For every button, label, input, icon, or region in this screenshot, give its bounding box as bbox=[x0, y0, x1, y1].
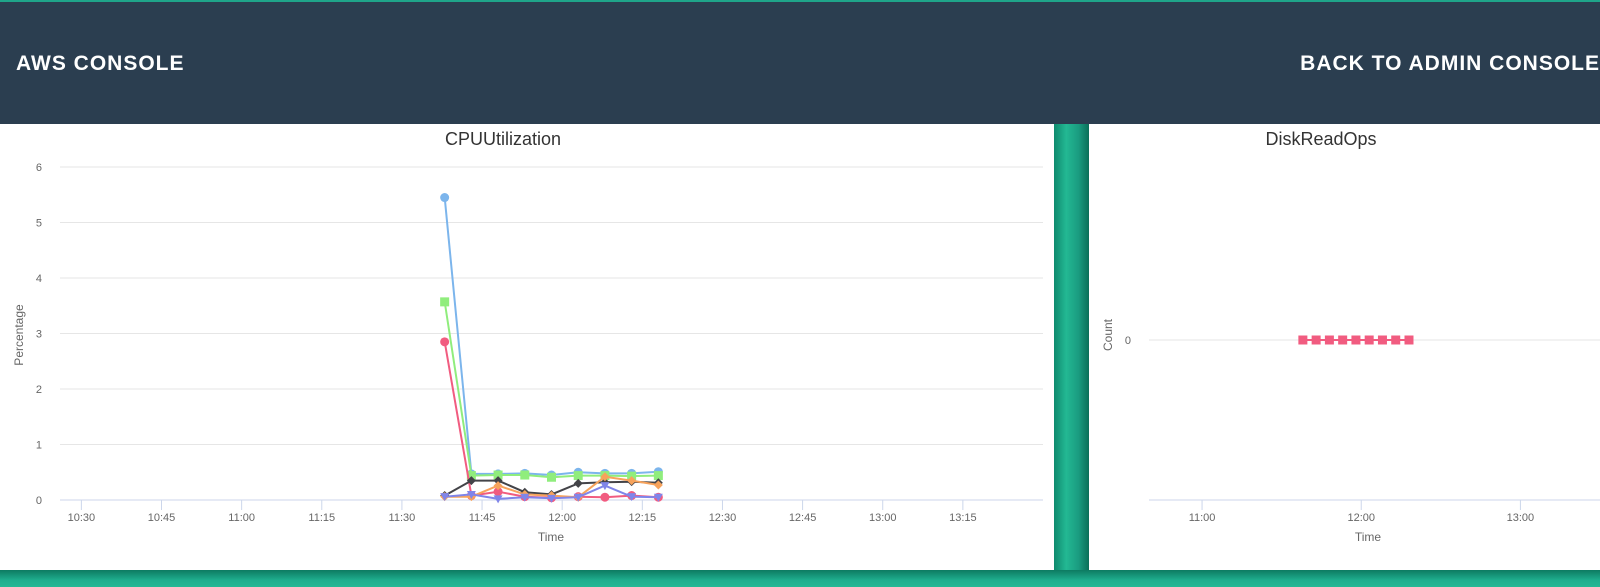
x-tick-label: 13:00 bbox=[869, 512, 897, 524]
y-tick-label: 5 bbox=[36, 218, 42, 230]
x-tick-label: 12:00 bbox=[548, 512, 576, 524]
x-tick-label: 12:45 bbox=[789, 512, 817, 524]
data-point[interactable] bbox=[1404, 335, 1414, 345]
disk-read-ops-panel: DiskReadOps 11:00 12:00 13:00 0 Time Count bbox=[1089, 124, 1600, 570]
x-tick-label: 11:00 bbox=[228, 512, 255, 524]
y-tick-label: 0 bbox=[1125, 335, 1131, 347]
x-tick-label: 12:15 bbox=[629, 512, 657, 524]
data-point[interactable] bbox=[573, 478, 583, 488]
data-point[interactable] bbox=[1391, 335, 1401, 345]
y-tick-label: 6 bbox=[36, 162, 42, 174]
x-axis-label: Time bbox=[538, 530, 565, 544]
y-tick-label: 1 bbox=[36, 440, 42, 452]
y-tick-label: 3 bbox=[36, 329, 42, 341]
data-point[interactable] bbox=[1298, 335, 1308, 345]
data-point[interactable] bbox=[573, 471, 583, 481]
x-tick-label: 12:00 bbox=[1347, 512, 1375, 524]
x-tick-label: 10:45 bbox=[148, 512, 176, 524]
x-tick-label: 11:00 bbox=[1189, 512, 1216, 524]
x-axis-label: Time bbox=[1355, 530, 1382, 544]
data-point[interactable] bbox=[1351, 335, 1361, 345]
y-tick-label: 2 bbox=[36, 384, 42, 396]
y-axis-label: Percentage bbox=[12, 304, 26, 366]
series-line-2[interactable] bbox=[443, 301, 659, 479]
cpu-utilization-chart: CPUUtilization 10:30 10:45 11:00 11:15 11:30… bbox=[12, 129, 1043, 544]
data-point[interactable] bbox=[600, 492, 610, 502]
data-point[interactable] bbox=[440, 193, 450, 203]
data-point[interactable] bbox=[440, 337, 450, 347]
data-point[interactable] bbox=[1338, 335, 1348, 345]
bottom-strip bbox=[0, 570, 1600, 587]
x-tick-label: 11:15 bbox=[308, 512, 335, 524]
x-tick-label: 10:30 bbox=[68, 512, 96, 524]
panel-divider bbox=[1054, 124, 1089, 570]
brand-title[interactable]: AWS CONSOLE bbox=[16, 52, 185, 76]
top-navbar: AWS CONSOLE BACK TO ADMIN CONSOLE bbox=[0, 2, 1600, 124]
cpu-utilization-panel: CPUUtilization 10:30 10:45 11:00 11:15 11:30… bbox=[0, 124, 1054, 570]
data-point[interactable] bbox=[1364, 335, 1374, 345]
data-point[interactable] bbox=[1311, 335, 1321, 345]
data-point[interactable] bbox=[547, 472, 556, 482]
x-tick-label: 11:45 bbox=[469, 512, 496, 524]
x-tick-label: 12:30 bbox=[709, 512, 737, 524]
chart-title: DiskReadOps bbox=[1265, 129, 1376, 149]
x-tick-label: 11:30 bbox=[389, 512, 416, 524]
series-line-1[interactable] bbox=[443, 197, 659, 476]
x-tick-label: 13:15 bbox=[949, 512, 977, 524]
y-tick-label: 0 bbox=[36, 495, 42, 507]
disk-read-ops-chart: DiskReadOps 11:00 12:00 13:00 0 Time Count bbox=[1101, 129, 1600, 544]
x-tick-label: 13:00 bbox=[1507, 512, 1535, 524]
data-point[interactable] bbox=[1377, 335, 1387, 345]
back-to-admin-console-link[interactable]: BACK TO ADMIN CONSOLE bbox=[1300, 52, 1600, 76]
data-point[interactable] bbox=[520, 470, 530, 480]
y-axis-label: Count bbox=[1101, 318, 1115, 351]
data-point[interactable] bbox=[1324, 335, 1334, 345]
y-tick-label: 4 bbox=[36, 273, 42, 285]
chart-title: CPUUtilization bbox=[445, 129, 561, 149]
data-point[interactable] bbox=[440, 297, 450, 307]
